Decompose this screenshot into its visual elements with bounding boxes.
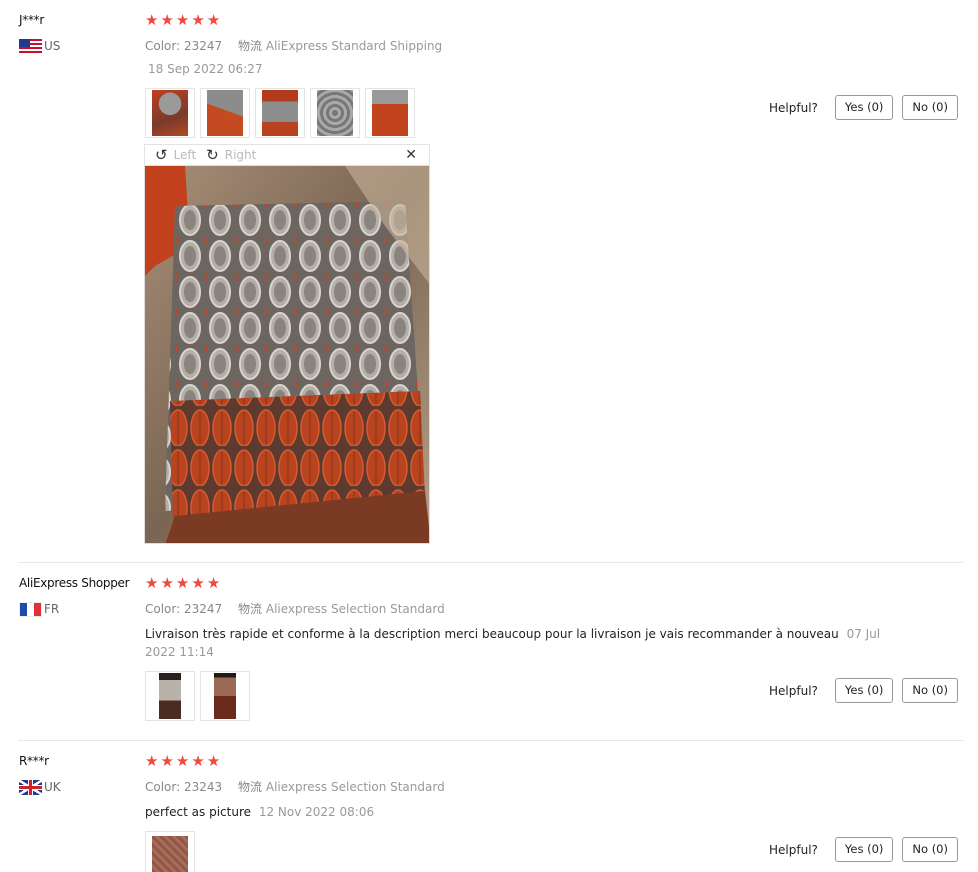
photo-thumbnail[interactable] <box>255 88 305 138</box>
lace-photo <box>262 90 298 136</box>
enlarged-photo <box>144 165 430 544</box>
star-icon: ★ <box>145 574 159 592</box>
helpful-label: Helpful? <box>769 683 818 698</box>
photo-thumbnail[interactable] <box>145 88 195 138</box>
star-icon: ★ <box>145 11 159 29</box>
reviewer-country: US <box>19 38 60 54</box>
review-meta: Color: 23243 物流 Aliexpress Selection Sta… <box>145 778 445 795</box>
vote-yes-button[interactable]: Yes (0) <box>834 95 894 120</box>
review-item: J***r US ★ ★ ★ ★ ★ Color: 23247 物流 AliEx… <box>0 0 978 562</box>
color-label: Color: <box>145 780 181 794</box>
color-value: 23243 <box>184 780 223 794</box>
viewer-toolbar: ↺ Left ↻ Right ✕ <box>144 144 430 165</box>
rotate-right-icon[interactable]: ↻ <box>206 148 219 163</box>
star-icon: ★ <box>175 574 190 592</box>
fr-flag-icon <box>19 601 42 617</box>
review-item: AliExpress Shopper FR ★ ★ ★ ★ ★ Color: 2… <box>0 563 978 740</box>
shipping-value: Aliexpress Selection Standard <box>265 602 445 616</box>
helpful-label: Helpful? <box>769 842 818 857</box>
vote-yes-button[interactable]: Yes (0) <box>834 837 894 862</box>
reviewer-country: UK <box>19 779 61 795</box>
reviewer-name: R***r <box>19 754 49 768</box>
star-icon: ★ <box>191 752 205 770</box>
review-date: 07 Jul <box>846 627 881 641</box>
shipping-value: Aliexpress Selection Standard <box>265 780 445 794</box>
close-icon[interactable]: ✕ <box>405 147 417 163</box>
lace-photo <box>152 90 188 136</box>
review-meta: Color: 23247 物流 Aliexpress Selection Sta… <box>145 600 445 617</box>
star-icon: ★ <box>160 752 174 770</box>
uk-flag-icon <box>19 779 42 795</box>
star-icon: ★ <box>175 752 190 770</box>
country-code: UK <box>44 780 61 794</box>
photo-thumbnail[interactable] <box>200 88 250 138</box>
photo-thumbnails <box>145 671 250 721</box>
color-value: 23247 <box>184 39 223 53</box>
lace-photo <box>372 90 408 136</box>
lace-fabric-photo <box>145 166 429 543</box>
review-date-time: 2022 11:14 <box>145 645 214 659</box>
star-icon: ★ <box>191 11 205 29</box>
star-icon: ★ <box>206 574 221 592</box>
lace-photo <box>152 836 188 872</box>
phone-photo <box>159 673 181 719</box>
reviewer-country: FR <box>19 601 59 617</box>
color-value: 23247 <box>184 602 223 616</box>
photo-thumbnail[interactable] <box>310 88 360 138</box>
reviewer-name: J***r <box>19 13 44 27</box>
review-body: Livraison très rapide et conforme à la d… <box>145 627 839 641</box>
lace-photo <box>317 90 353 136</box>
vote-no-button[interactable]: No (0) <box>902 678 958 703</box>
review-item: R***r UK ★ ★ ★ ★ ★ Color: 23243 物流 Aliex… <box>0 741 978 872</box>
shipping-label: 物流 <box>238 780 263 794</box>
star-icon: ★ <box>206 752 221 770</box>
helpful-vote: Helpful? Yes (0) No (0) <box>769 95 958 120</box>
color-label: Color: <box>145 39 181 53</box>
review-date: 12 Nov 2022 08:06 <box>258 805 375 819</box>
photo-thumbnail[interactable] <box>145 671 195 721</box>
shipping-value: AliExpress Standard Shipping <box>265 39 443 53</box>
vote-no-button[interactable]: No (0) <box>902 837 958 862</box>
review-text: perfect as picture 12 Nov 2022 08:06 <box>145 803 374 821</box>
lace-photo <box>207 90 243 136</box>
helpful-vote: Helpful? Yes (0) No (0) <box>769 678 958 703</box>
photo-thumbnails <box>145 831 195 872</box>
review-date: 18 Sep 2022 06:27 <box>148 62 263 76</box>
us-flag-icon <box>19 38 42 54</box>
photo-thumbnail[interactable] <box>365 88 415 138</box>
photo-thumbnail[interactable] <box>145 831 195 872</box>
photo-viewer: ↺ Left ↻ Right ✕ <box>144 144 430 544</box>
color-label: Color: <box>145 602 181 616</box>
rotate-left-icon[interactable]: ↺ <box>155 148 168 163</box>
review-meta: Color: 23247 物流 AliExpress Standard Ship… <box>145 37 442 54</box>
photo-thumbnail[interactable] <box>200 671 250 721</box>
helpful-vote: Helpful? Yes (0) No (0) <box>769 837 958 862</box>
vote-no-button[interactable]: No (0) <box>902 95 958 120</box>
shipping-label: 物流 <box>238 602 263 616</box>
country-code: US <box>44 39 61 53</box>
star-icon: ★ <box>206 11 221 29</box>
shipping-label: 物流 <box>238 39 263 53</box>
star-rating: ★ ★ ★ ★ ★ <box>145 753 220 769</box>
star-icon: ★ <box>191 574 205 592</box>
photo-thumbnails <box>145 88 415 138</box>
vote-yes-button[interactable]: Yes (0) <box>834 678 894 703</box>
star-rating: ★ ★ ★ ★ ★ <box>145 12 220 28</box>
reviewer-name: AliExpress Shopper <box>19 576 130 590</box>
star-icon: ★ <box>160 574 174 592</box>
phone-photo <box>214 673 236 719</box>
star-icon: ★ <box>160 11 174 29</box>
rotate-right-label[interactable]: Right <box>225 148 257 162</box>
star-icon: ★ <box>145 752 159 770</box>
star-icon: ★ <box>175 11 190 29</box>
rotate-left-label[interactable]: Left <box>174 148 197 162</box>
review-body: perfect as picture <box>145 805 251 819</box>
review-text: Livraison très rapide et conforme à la d… <box>145 625 885 661</box>
country-code: FR <box>44 602 60 616</box>
star-rating: ★ ★ ★ ★ ★ <box>145 575 220 591</box>
helpful-label: Helpful? <box>769 100 818 115</box>
